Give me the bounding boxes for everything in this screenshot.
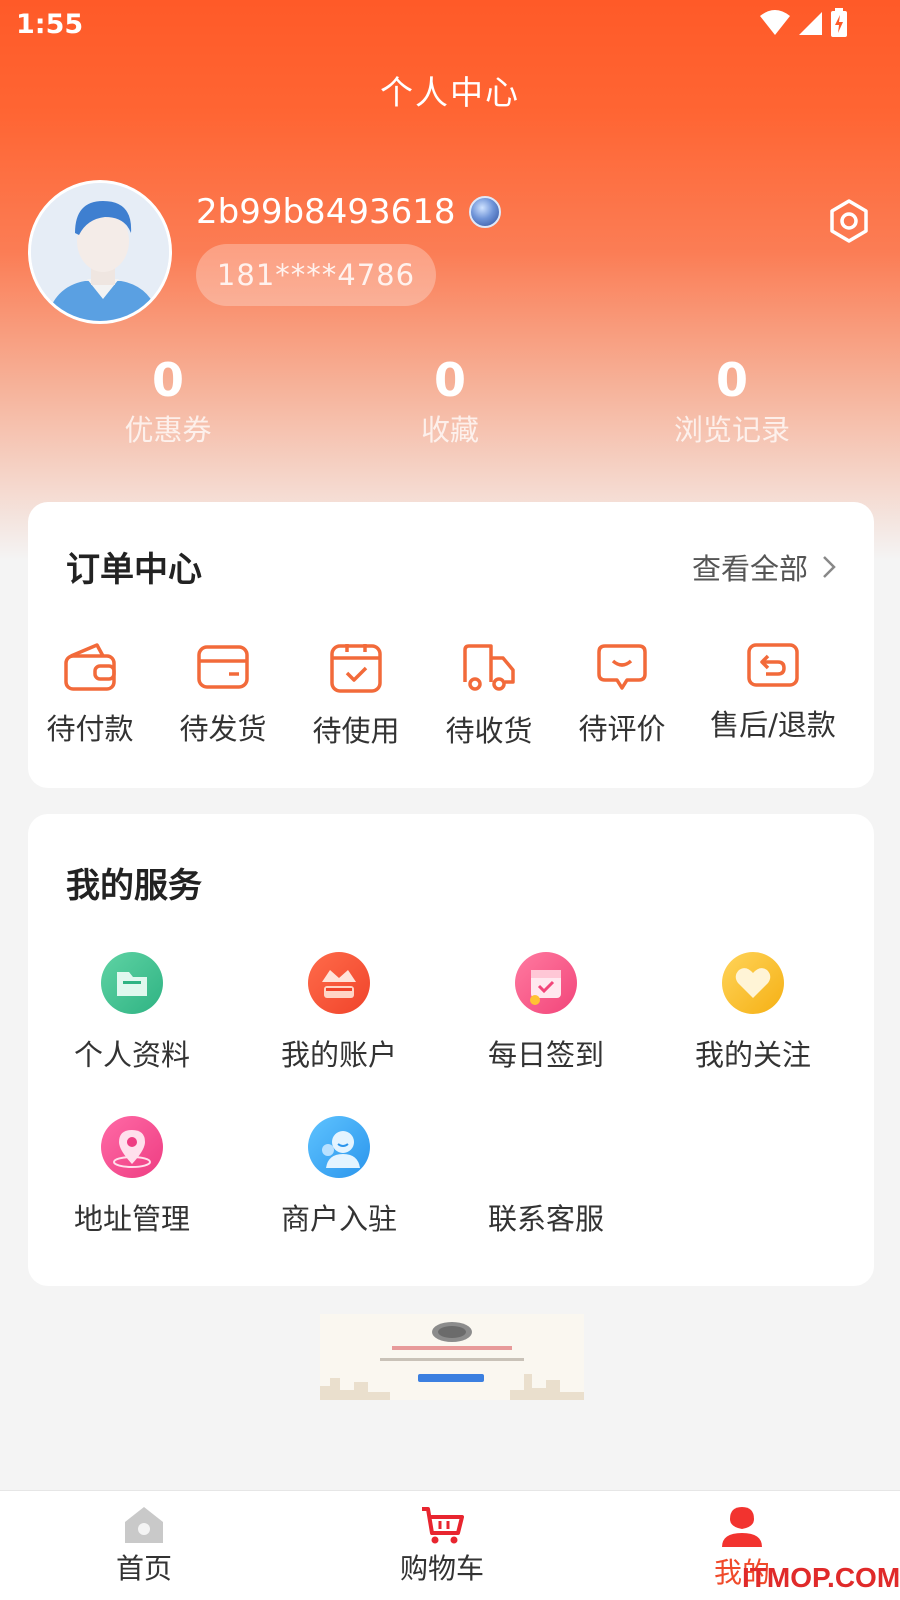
- order-label: 待发货: [179, 712, 267, 746]
- avatar[interactable]: [28, 180, 172, 324]
- signal-icon: [799, 12, 822, 35]
- chevron-right-icon: [823, 556, 836, 578]
- order-after-sales-refund[interactable]: 售后/退款: [705, 642, 841, 744]
- settings-icon[interactable]: [826, 198, 872, 244]
- service-label: 地址管理: [73, 1202, 190, 1236]
- wifi-icon: [760, 10, 790, 35]
- status-time: 1:55: [16, 9, 84, 40]
- order-label: 待收货: [445, 714, 533, 748]
- view-all-label: 查看全部: [691, 552, 808, 586]
- order-pending-review[interactable]: 待评价: [554, 642, 690, 748]
- service-label: 个人资料: [73, 1038, 190, 1072]
- service-label: 每日签到: [487, 1038, 604, 1072]
- merchant-icon: [308, 1116, 370, 1178]
- stat-value: 0: [433, 353, 466, 407]
- stat-coupons[interactable]: 0 优惠券: [68, 352, 268, 452]
- location-icon: [101, 1116, 163, 1178]
- services-title: 我的服务: [66, 866, 202, 906]
- my-services-card: 我的服务 个人资料 我的账户 每日签到 我的关注 地址管理 商户入驻 联系客服: [28, 814, 874, 1286]
- service-address-management[interactable]: 地址管理: [32, 1116, 232, 1238]
- username: 2b99b8493618: [196, 192, 502, 232]
- stat-label: 浏览记录: [673, 413, 790, 447]
- order-pending-shipment[interactable]: 待发货: [155, 642, 291, 748]
- folder-icon: [101, 952, 163, 1014]
- service-profile[interactable]: 个人资料: [32, 952, 232, 1074]
- support-icon-placeholder: [515, 1116, 577, 1178]
- checked-box-icon: [330, 644, 382, 693]
- order-label: 待使用: [312, 714, 400, 748]
- watermark-logo: ITMOP.COM: [742, 1562, 900, 1593]
- order-center-card: 订单中心 查看全部 待付款 待发货 待使用 待收货 待评价 售后/退款: [28, 502, 874, 788]
- stat-label: 优惠券: [124, 413, 212, 447]
- order-label: 待评价: [578, 712, 666, 746]
- nav-cart[interactable]: 购物车: [342, 1505, 542, 1587]
- service-label: 我的账户: [280, 1038, 397, 1072]
- stat-label: 收藏: [420, 413, 479, 447]
- service-label: 联系客服: [487, 1202, 604, 1236]
- status-bar: 1:55: [0, 0, 900, 50]
- home-icon: [125, 1507, 163, 1543]
- cart-icon: [422, 1507, 464, 1544]
- return-icon: [747, 643, 799, 687]
- view-all-orders-link[interactable]: 查看全部: [692, 546, 836, 588]
- stat-history[interactable]: 0 浏览记录: [632, 352, 832, 452]
- stats-row: 0 优惠券 0 收藏 0 浏览记录: [0, 352, 900, 462]
- battery-icon: [831, 8, 847, 37]
- nav-label: 购物车: [399, 1552, 484, 1585]
- service-my-follows[interactable]: 我的关注: [653, 952, 853, 1074]
- calendar-icon: [515, 952, 577, 1014]
- order-pending-receipt[interactable]: 待收货: [421, 642, 557, 750]
- stat-value: 0: [151, 353, 184, 407]
- order-label: 售后/退款: [710, 708, 836, 742]
- vip-badge-icon: [469, 196, 502, 228]
- order-label: 待付款: [46, 712, 134, 746]
- truck-icon: [463, 644, 515, 691]
- card-box-icon: [197, 645, 249, 689]
- service-label: 商户入驻: [280, 1202, 397, 1236]
- order-pending-use[interactable]: 待使用: [288, 642, 424, 750]
- service-merchant-join[interactable]: 商户入驻: [239, 1116, 439, 1238]
- order-pending-payment[interactable]: 待付款: [22, 642, 158, 748]
- phone-number: 181****4786: [196, 244, 436, 306]
- page-title: 个人中心: [380, 73, 520, 112]
- stat-value: 0: [715, 353, 748, 407]
- chat-icon: [597, 644, 647, 690]
- username-text: 2b99b8493618: [196, 192, 456, 232]
- nav-home[interactable]: 首页: [44, 1505, 244, 1587]
- nav-label: 首页: [115, 1552, 172, 1585]
- promo-banner-image[interactable]: [320, 1314, 584, 1400]
- heart-icon: [722, 952, 784, 1014]
- status-icons: [760, 8, 848, 38]
- wallet-icon: [64, 643, 116, 691]
- service-daily-checkin[interactable]: 每日签到: [446, 952, 646, 1074]
- stat-favorites[interactable]: 0 收藏: [350, 352, 550, 452]
- account-icon: [308, 952, 370, 1014]
- service-customer-support[interactable]: 联系客服: [446, 1116, 646, 1238]
- profile-icon: [722, 1507, 762, 1547]
- service-account[interactable]: 我的账户: [239, 952, 439, 1074]
- service-label: 我的关注: [694, 1038, 811, 1072]
- order-center-title: 订单中心: [66, 550, 202, 590]
